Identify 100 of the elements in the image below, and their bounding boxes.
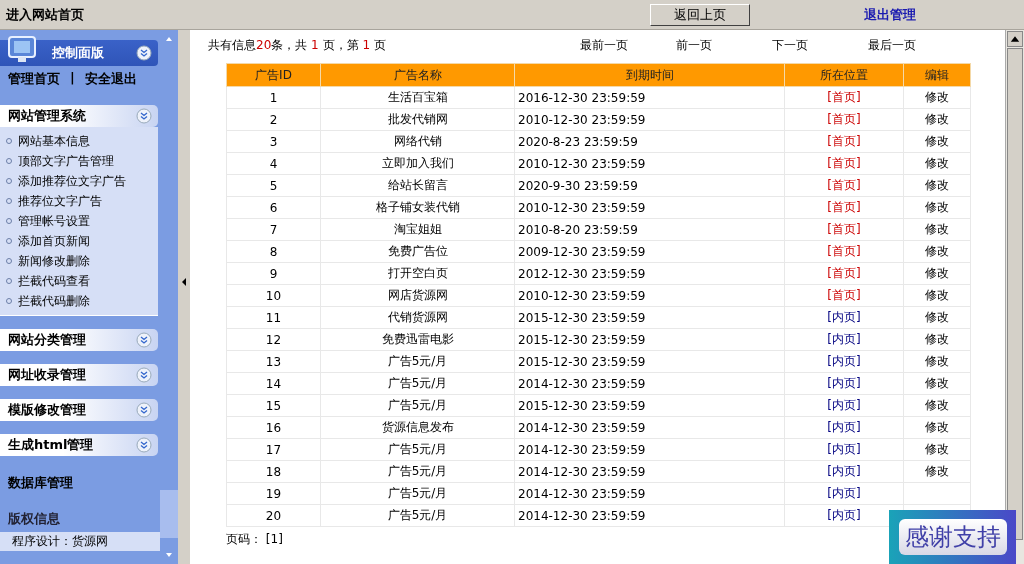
table-cell: 13 (226, 350, 321, 373)
table-cell: 19 (226, 482, 321, 505)
table-cell: 11 (226, 306, 321, 329)
table-cell: 广告5元/月 (320, 394, 515, 417)
pager-link[interactable]: 前一页 (676, 36, 772, 54)
scrollbar[interactable] (1005, 30, 1024, 564)
table-cell: 2 (226, 108, 321, 131)
scroll-up-icon[interactable] (1007, 31, 1023, 47)
table-cell: 2010-12-30 23:59:59 (514, 152, 785, 175)
table-cell: 2009-12-30 23:59:59 (514, 240, 785, 263)
position-link[interactable]: [首页] (827, 266, 861, 280)
table-cell: 3 (226, 130, 321, 153)
table-cell: 2016-12-30 23:59:59 (514, 86, 785, 109)
position-link[interactable]: [内页] (827, 508, 861, 522)
table-cell: 淘宝姐姐 (320, 218, 515, 241)
position-link[interactable]: [内页] (827, 420, 861, 434)
database-heading[interactable]: 数据库管理 (0, 474, 160, 492)
column-header: 到期时间 (514, 63, 785, 87)
scroll-thumb[interactable] (160, 490, 178, 538)
table-cell: 2015-12-30 23:59:59 (514, 306, 785, 329)
back-button[interactable]: 返回上页 (650, 3, 750, 26)
pager-link[interactable]: 最前一页 (580, 36, 676, 54)
menu-item[interactable]: 添加推荐位文字广告 (0, 171, 158, 191)
table-cell: 2014-12-30 23:59:59 (514, 504, 785, 527)
table-cell: 15 (226, 394, 321, 417)
column-header: 广告名称 (320, 63, 515, 87)
position-link[interactable]: [内页] (827, 354, 861, 368)
section-header[interactable]: 生成html管理 (0, 434, 158, 456)
table-cell: 代销货源网 (320, 306, 515, 329)
position-link[interactable]: [首页] (827, 178, 861, 192)
table-cell: 2010-12-30 23:59:59 (514, 196, 785, 219)
position-link[interactable]: [内页] (827, 310, 861, 324)
safe-logout-link[interactable]: 安全退出 (84, 70, 137, 88)
section-header[interactable]: 网址收录管理 (0, 364, 158, 386)
pager-link[interactable]: 下一页 (772, 36, 868, 54)
table-cell: 2010-12-30 23:59:59 (514, 108, 785, 131)
menu-item[interactable]: 顶部文字广告管理 (0, 151, 158, 171)
table-cell: 广告5元/月 (320, 438, 515, 461)
position-link[interactable]: [内页] (827, 464, 861, 478)
table-cell: 批发代销网 (320, 108, 515, 131)
chevron-down-icon[interactable] (136, 402, 152, 418)
copyright-heading: 版权信息 (7, 510, 61, 528)
menu-item[interactable]: 新闻修改删除 (0, 251, 158, 271)
menu-item[interactable]: 拦截代码查看 (0, 271, 158, 291)
section-header[interactable]: 模版修改管理 (0, 399, 158, 421)
table-cell: 格子铺女装代销 (320, 196, 515, 219)
position-link[interactable]: [首页] (827, 134, 861, 148)
table-cell: 2020-9-30 23:59:59 (514, 174, 785, 197)
collapse-left-icon[interactable] (181, 277, 187, 287)
table-cell: 20 (226, 504, 321, 527)
scroll-thumb[interactable] (1007, 48, 1023, 540)
credit-text: 程序设计：货源网 (0, 532, 160, 551)
position-link[interactable]: [首页] (827, 222, 861, 236)
position-link[interactable]: [首页] (827, 156, 861, 170)
menu-item[interactable]: 推荐位文字广告 (0, 191, 158, 211)
table-cell: 2010-12-30 23:59:59 (514, 284, 785, 307)
position-link[interactable]: [内页] (827, 398, 861, 412)
table-cell: 2014-12-30 23:59:59 (514, 372, 785, 395)
table-cell: 7 (226, 218, 321, 241)
home-link[interactable]: 进入网站首页 (6, 5, 650, 24)
table-cell: 2020-8-23 23:59:59 (514, 130, 785, 153)
admin-home-link[interactable]: 管理首页 (8, 70, 60, 88)
table-cell: 4 (226, 152, 321, 175)
menu-item[interactable]: 拦截代码删除 (0, 291, 158, 311)
position-link[interactable]: [内页] (827, 376, 861, 390)
position-link[interactable]: [首页] (827, 112, 861, 126)
position-link[interactable]: [首页] (827, 200, 861, 214)
pager-link[interactable]: 最后一页 (868, 36, 964, 54)
menu-item[interactable]: 管理帐号设置 (0, 211, 158, 231)
section-header[interactable]: 网站管理系统 (0, 105, 158, 127)
table-cell: 2014-12-30 23:59:59 (514, 438, 785, 461)
menu-item[interactable]: 添加首页新闻 (0, 231, 158, 251)
thanks-badge[interactable]: 感谢支持 (889, 510, 1016, 564)
position-link[interactable]: [首页] (827, 288, 861, 302)
table-cell: 2012-12-30 23:59:59 (514, 262, 785, 285)
menu-item[interactable]: 网站基本信息 (0, 131, 158, 151)
table-cell: 12 (226, 328, 321, 351)
table-cell: 14 (226, 372, 321, 395)
chevron-down-icon[interactable] (136, 108, 152, 124)
position-link[interactable]: [首页] (827, 90, 861, 104)
table-cell: 10 (226, 284, 321, 307)
table-cell: 2015-12-30 23:59:59 (514, 350, 785, 373)
position-link[interactable]: [首页] (827, 244, 861, 258)
section-header[interactable]: 网站分类管理 (0, 329, 158, 351)
column-header: 编辑 (903, 63, 971, 87)
panel-title: 控制面版 (52, 44, 105, 62)
table-cell: 2015-12-30 23:59:59 (514, 394, 785, 417)
table-cell: 免费广告位 (320, 240, 515, 263)
table-cell: 2015-12-30 23:59:59 (514, 328, 785, 351)
page-label: 页码： (226, 532, 262, 546)
position-link[interactable]: [内页] (827, 442, 861, 456)
table-cell: 9 (226, 262, 321, 285)
chevron-down-icon[interactable] (136, 45, 152, 61)
page-number-link[interactable]: [1] (265, 532, 283, 546)
logout-link[interactable]: 退出管理 (864, 5, 916, 24)
position-link[interactable]: [内页] (827, 332, 861, 346)
chevron-down-icon[interactable] (136, 332, 152, 348)
position-link[interactable]: [内页] (827, 486, 861, 500)
chevron-down-icon[interactable] (136, 367, 152, 383)
chevron-down-icon[interactable] (136, 437, 152, 453)
